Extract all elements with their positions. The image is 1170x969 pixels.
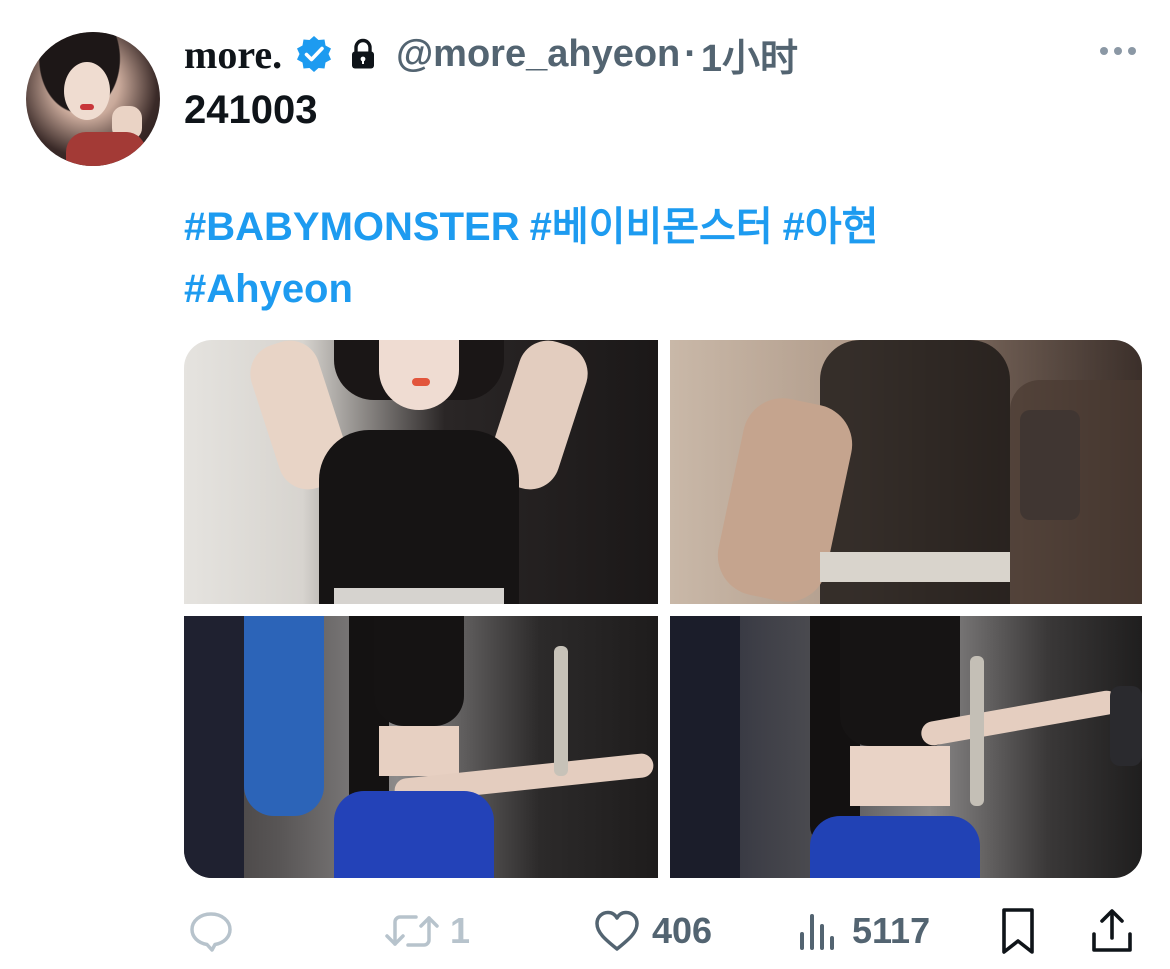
photo-waistband [334, 588, 504, 604]
retweet-count: 1 [450, 910, 471, 951]
retweet-button[interactable]: 1 [384, 898, 470, 964]
photo-door-handle [970, 656, 984, 806]
like-icon [595, 910, 639, 951]
timestamp[interactable]: 1小时 [701, 27, 798, 82]
tweet-text: 241003 [184, 88, 318, 132]
photo-bystander [184, 616, 244, 878]
verified-badge-icon [297, 36, 332, 72]
hashtag-link[interactable]: #베이비몬스터 [530, 205, 773, 249]
photo-pants [810, 816, 980, 878]
hashtag-link[interactable]: #BABYMONSTER [184, 205, 520, 249]
like-count: 406 [652, 910, 713, 951]
tweet-header: more. @more_ahyeon · 1小时 [184, 26, 798, 82]
photo-top [319, 430, 519, 604]
user-handle[interactable]: @more_ahyeon [396, 33, 680, 76]
like-button[interactable]: 406 [592, 898, 712, 964]
lock-icon [352, 38, 375, 69]
hashtag-link[interactable]: #Ahyeon [184, 267, 353, 311]
hashtag-list: #BABYMONSTER #베이비몬스터 #아현 #Ahyeon [184, 196, 1084, 320]
photo-waistband [820, 552, 1010, 582]
tweet[interactable]: more. @more_ahyeon · 1小时 241003 #BABYMON… [0, 0, 1170, 969]
hashtag-link[interactable]: #아현 [783, 205, 879, 249]
photo-2[interactable] [670, 340, 1142, 604]
retweet-icon [385, 915, 439, 947]
photo-4[interactable] [670, 616, 1142, 878]
avatar-face [64, 62, 110, 120]
view-count: 5117 [852, 910, 931, 951]
bookmark-icon[interactable] [996, 906, 1040, 958]
avatar-lips [80, 104, 94, 110]
views-button[interactable]: 5117 [796, 898, 930, 964]
avatar-sleeve [66, 132, 146, 166]
photo-jacket [1010, 380, 1142, 604]
more-icon[interactable] [1096, 36, 1140, 66]
photo-waist [379, 726, 459, 776]
media-grid [184, 340, 1142, 878]
avatar[interactable] [26, 32, 160, 166]
photo-1[interactable] [184, 340, 658, 604]
photo-door-handle [554, 646, 568, 776]
photo-blue-jacket [244, 616, 324, 816]
photo-bag [1110, 686, 1142, 766]
photo-bystander [670, 616, 740, 878]
views-icon [800, 914, 834, 950]
share-icon[interactable] [1088, 906, 1136, 958]
photo-lips [412, 378, 430, 386]
photo-top [374, 616, 464, 726]
display-name[interactable]: more. [184, 31, 282, 78]
reply-button[interactable] [186, 898, 246, 964]
photo-3[interactable] [184, 616, 658, 878]
photo-waist [850, 746, 950, 806]
separator-dot: · [684, 32, 697, 75]
reply-icon [190, 912, 232, 952]
action-bar: 1 406 5117 [0, 898, 1170, 964]
photo-pants [334, 791, 494, 878]
